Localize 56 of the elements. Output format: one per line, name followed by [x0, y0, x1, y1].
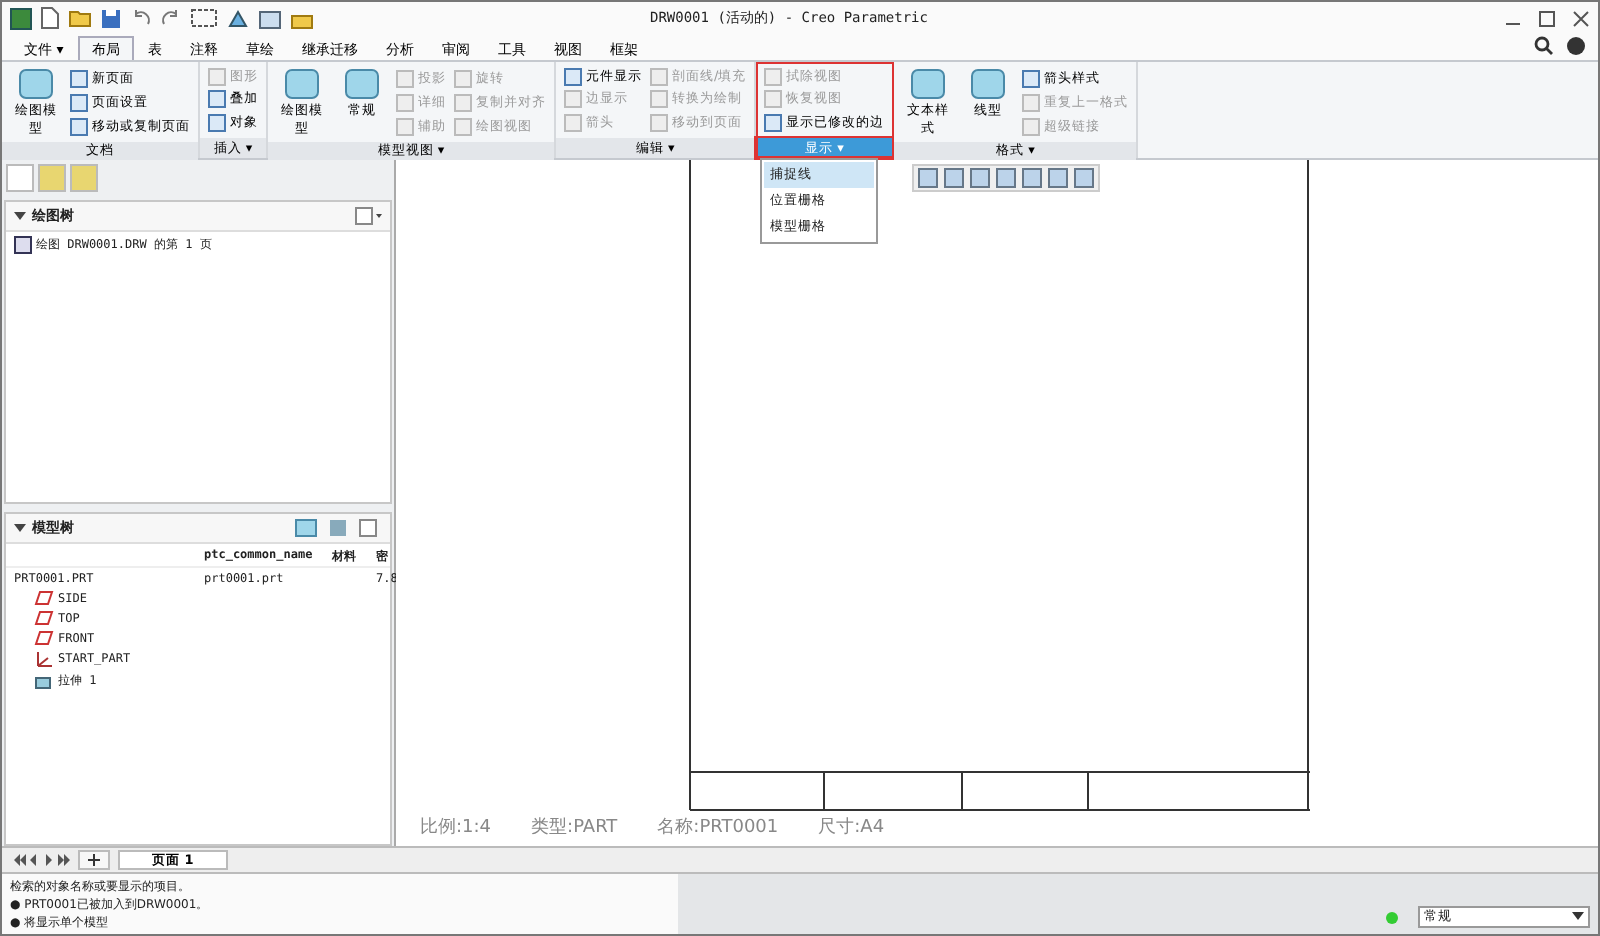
- square-icon: [454, 69, 472, 87]
- app-logo-icon: [10, 7, 32, 29]
- square-icon: [764, 113, 783, 132]
- coordinate-system-icon: [34, 650, 54, 668]
- save-icon[interactable]: [100, 7, 122, 29]
- block-icon: [282, 66, 322, 102]
- page-navigation-icon[interactable]: [14, 854, 70, 866]
- block-icon: [908, 66, 949, 102]
- square-icon: [70, 69, 88, 87]
- sheet-info-text: 名称:PRT0001: [657, 815, 779, 842]
- open-folder-icon[interactable]: [68, 8, 92, 28]
- plus-icon: [88, 854, 100, 866]
- square-icon: [1022, 93, 1041, 111]
- collapse-arrow-icon[interactable]: [14, 522, 26, 534]
- close-icon[interactable]: [1572, 9, 1590, 27]
- square-icon: [208, 113, 226, 132]
- square-icon: [396, 117, 414, 135]
- sheet-info-text: 类型:PART: [531, 815, 618, 842]
- window-select-icon[interactable]: [190, 8, 218, 28]
- collapse-arrow-icon[interactable]: [14, 210, 26, 222]
- regenerate-icon[interactable]: [226, 7, 250, 29]
- extrude-icon: [34, 672, 54, 690]
- redo-icon[interactable]: [160, 8, 182, 28]
- square-icon: [396, 93, 414, 111]
- sheet-info-text: 比例:1:4: [420, 815, 492, 842]
- square-icon: [208, 68, 226, 87]
- caret-icon: [1572, 912, 1584, 922]
- square-icon: [1022, 117, 1041, 135]
- drawing-sheet-icon: [14, 236, 32, 254]
- sheet-info-text: 尺寸:A4: [818, 815, 885, 842]
- square-icon: [454, 93, 472, 111]
- status-light-icon: [1386, 912, 1398, 924]
- block-icon: [342, 66, 382, 102]
- add-page-button[interactable]: [78, 850, 110, 870]
- square-icon: [650, 90, 668, 109]
- square-icon: [1022, 69, 1041, 87]
- new-file-icon[interactable]: [40, 6, 60, 30]
- square-icon: [208, 90, 226, 109]
- square-icon: [396, 69, 414, 87]
- square-icon: [564, 68, 582, 87]
- square-icon: [650, 113, 668, 132]
- square-icon: [70, 93, 88, 111]
- undo-icon[interactable]: [130, 8, 152, 28]
- square-icon: [564, 90, 582, 109]
- windows-icon[interactable]: [258, 7, 282, 29]
- maximize-icon[interactable]: [1538, 9, 1556, 27]
- square-icon: [454, 117, 472, 135]
- block-icon: [16, 66, 56, 102]
- square-icon: [764, 90, 783, 109]
- block-icon: [968, 66, 1009, 102]
- square-icon: [564, 113, 582, 132]
- search-icon[interactable]: [1534, 36, 1554, 56]
- square-icon: [650, 68, 668, 87]
- help-icon[interactable]: [1566, 36, 1586, 56]
- square-icon: [764, 68, 783, 87]
- square-icon: [70, 117, 88, 135]
